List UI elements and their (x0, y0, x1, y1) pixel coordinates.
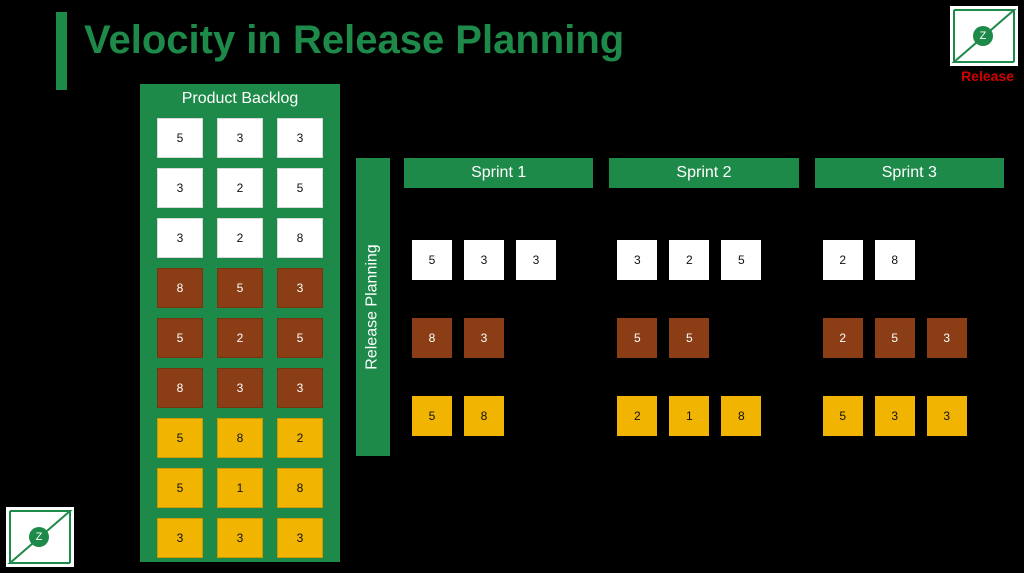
product-backlog-panel: Product Backlog 533325328853525833582518… (140, 84, 340, 562)
story-card: 8 (412, 318, 452, 358)
story-card: 2 (617, 396, 657, 436)
story-card: 3 (217, 118, 263, 158)
story-card: 3 (157, 518, 203, 558)
sprint-cell: 58 (404, 396, 593, 436)
story-card: 2 (277, 418, 323, 458)
release-watermark: Release (961, 68, 1014, 84)
backlog-group: 853525833 (157, 268, 323, 408)
sprint-cell: 218 (609, 396, 798, 436)
story-card: 3 (875, 396, 915, 436)
story-card: 3 (464, 318, 504, 358)
story-card: 2 (669, 240, 709, 280)
story-card: 3 (157, 168, 203, 208)
story-card: 5 (669, 318, 709, 358)
story-card: 1 (669, 396, 709, 436)
story-card: 8 (157, 268, 203, 308)
story-card: 3 (277, 118, 323, 158)
logo-letter: Z (29, 527, 49, 547)
sprints-area: Sprint 1Sprint 2Sprint 3 533325288355253… (404, 158, 1004, 436)
story-card: 8 (277, 218, 323, 258)
story-card: 3 (277, 368, 323, 408)
product-backlog-header: Product Backlog (182, 90, 299, 108)
release-planning-bar: Release Planning (356, 158, 390, 456)
story-card: 8 (157, 368, 203, 408)
sprint-cell: 253 (815, 318, 1004, 358)
story-card: 5 (875, 318, 915, 358)
sprint-cell: 28 (815, 240, 1004, 280)
story-card: 5 (277, 168, 323, 208)
story-card: 2 (823, 240, 863, 280)
story-card: 3 (157, 218, 203, 258)
sprint-cell: 325 (609, 240, 798, 280)
sprint-cell: 83 (404, 318, 593, 358)
story-card: 5 (157, 318, 203, 358)
story-card: 5 (157, 468, 203, 508)
story-card: 2 (217, 318, 263, 358)
story-card: 1 (217, 468, 263, 508)
story-card: 2 (217, 218, 263, 258)
sprint-cell: 55 (609, 318, 798, 358)
story-card: 3 (217, 368, 263, 408)
story-card: 5 (157, 418, 203, 458)
story-card: 3 (277, 518, 323, 558)
sprint-header: Sprint 2 (609, 158, 798, 188)
sprint-row: 58218533 (404, 396, 1004, 436)
story-card: 5 (412, 240, 452, 280)
story-card: 5 (823, 396, 863, 436)
sprint-row: 8355253 (404, 318, 1004, 358)
sprint-header: Sprint 3 (815, 158, 1004, 188)
story-card: 5 (217, 268, 263, 308)
story-card: 8 (875, 240, 915, 280)
story-card: 5 (412, 396, 452, 436)
story-card: 3 (217, 518, 263, 558)
sprint-cell: 533 (404, 240, 593, 280)
backlog-group: 533325328 (157, 118, 323, 258)
story-card: 3 (617, 240, 657, 280)
story-card: 3 (277, 268, 323, 308)
backlog-group: 582518333 (157, 418, 323, 558)
story-card: 3 (464, 240, 504, 280)
sprint-cell: 533 (815, 396, 1004, 436)
story-card: 3 (927, 396, 967, 436)
logo-bottom-left: Z (6, 507, 74, 567)
story-card: 8 (721, 396, 761, 436)
story-card: 5 (721, 240, 761, 280)
story-card: 3 (927, 318, 967, 358)
sprint-header: Sprint 1 (404, 158, 593, 188)
story-card: 8 (464, 396, 504, 436)
story-card: 5 (157, 118, 203, 158)
story-card: 3 (516, 240, 556, 280)
logo-letter: Z (973, 26, 993, 46)
story-card: 8 (217, 418, 263, 458)
logo-top-right: Z (950, 6, 1018, 66)
sprint-row: 53332528 (404, 240, 1004, 280)
story-card: 2 (217, 168, 263, 208)
story-card: 5 (617, 318, 657, 358)
release-planning-label: Release Planning (364, 244, 382, 369)
page-title: Velocity in Release Planning (84, 18, 624, 63)
story-card: 8 (277, 468, 323, 508)
story-card: 2 (823, 318, 863, 358)
title-accent-bar (56, 12, 67, 90)
story-card: 5 (277, 318, 323, 358)
